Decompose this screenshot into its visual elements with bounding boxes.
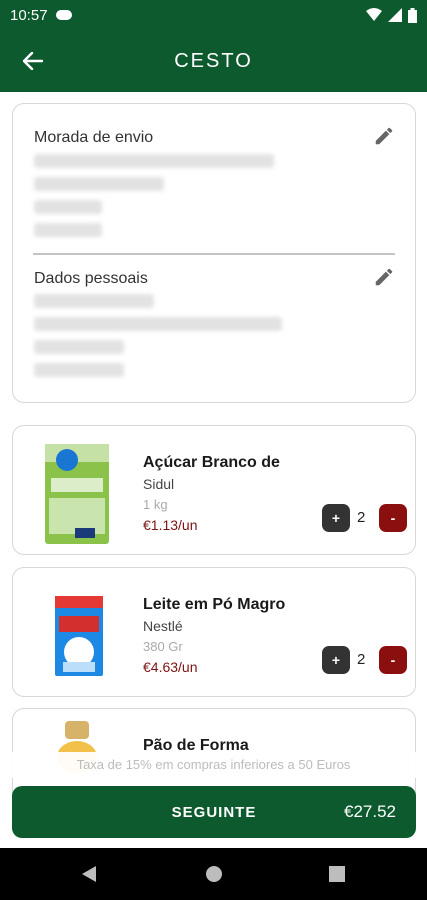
product-brand: Sidul bbox=[143, 476, 175, 492]
shipping-title: Morada de envio bbox=[34, 129, 154, 146]
decrease-quantity-button[interactable]: - bbox=[379, 646, 407, 674]
redacted-personal-line bbox=[34, 294, 154, 308]
increase-quantity-button[interactable]: + bbox=[322, 504, 350, 532]
milk-package-image bbox=[55, 596, 103, 676]
redacted-address-line bbox=[34, 177, 164, 191]
battery-icon bbox=[408, 7, 417, 23]
back-button[interactable] bbox=[18, 46, 48, 76]
pencil-icon[interactable] bbox=[373, 266, 395, 288]
system-nav-bar bbox=[0, 848, 427, 900]
cart-item: Açúcar Branco de Sidul 1 kg €1.13/un + 2… bbox=[12, 425, 416, 555]
quantity-value: 2 bbox=[357, 651, 366, 668]
cart-item: Leite em Pó Magro Nestlé 380 Gr €4.63/un… bbox=[12, 567, 416, 697]
product-price: €1.13/un bbox=[143, 517, 198, 533]
product-name: Leite em Pó Magro bbox=[143, 596, 286, 613]
redacted-personal-line bbox=[34, 340, 124, 354]
status-time: 10:57 bbox=[10, 6, 48, 24]
product-price: €4.63/un bbox=[143, 659, 198, 675]
cart-total: €27.52 bbox=[344, 802, 396, 821]
nav-back-icon[interactable] bbox=[80, 864, 98, 884]
divider bbox=[33, 253, 395, 255]
increase-quantity-button[interactable]: + bbox=[322, 646, 350, 674]
redacted-address-line bbox=[34, 154, 274, 168]
signal-icon bbox=[388, 8, 402, 22]
pencil-icon[interactable] bbox=[373, 125, 395, 147]
quantity-value: 2 bbox=[357, 509, 366, 526]
next-button[interactable]: SEGUINTE €27.52 bbox=[12, 786, 416, 838]
product-name: Açúcar Branco de bbox=[143, 454, 280, 471]
cloud-icon bbox=[55, 10, 72, 20]
status-bar: 10:57 bbox=[0, 0, 427, 30]
info-card: Morada de envio Dados pessoais bbox=[12, 103, 416, 403]
app-bar: CESTO bbox=[0, 30, 427, 92]
sugar-package-image bbox=[45, 444, 109, 544]
personal-title: Dados pessoais bbox=[34, 270, 148, 287]
nav-recents-icon[interactable] bbox=[328, 864, 346, 884]
redacted-address-line bbox=[34, 223, 102, 237]
product-size: 1 kg bbox=[143, 497, 168, 512]
decrease-quantity-button[interactable]: - bbox=[379, 504, 407, 532]
tax-note: Taxa de 15% em compras inferiores a 50 E… bbox=[76, 757, 351, 772]
page-title: CESTO bbox=[174, 49, 253, 72]
redacted-personal-line bbox=[34, 317, 282, 331]
redacted-personal-line bbox=[34, 363, 124, 377]
product-size: 380 Gr bbox=[143, 639, 183, 654]
arrow-left-icon bbox=[23, 52, 43, 70]
nav-home-icon[interactable] bbox=[205, 864, 223, 884]
redacted-address-line bbox=[34, 200, 102, 214]
wifi-icon bbox=[366, 8, 382, 21]
product-brand: Nestlé bbox=[143, 618, 183, 634]
status-icons bbox=[366, 7, 417, 23]
